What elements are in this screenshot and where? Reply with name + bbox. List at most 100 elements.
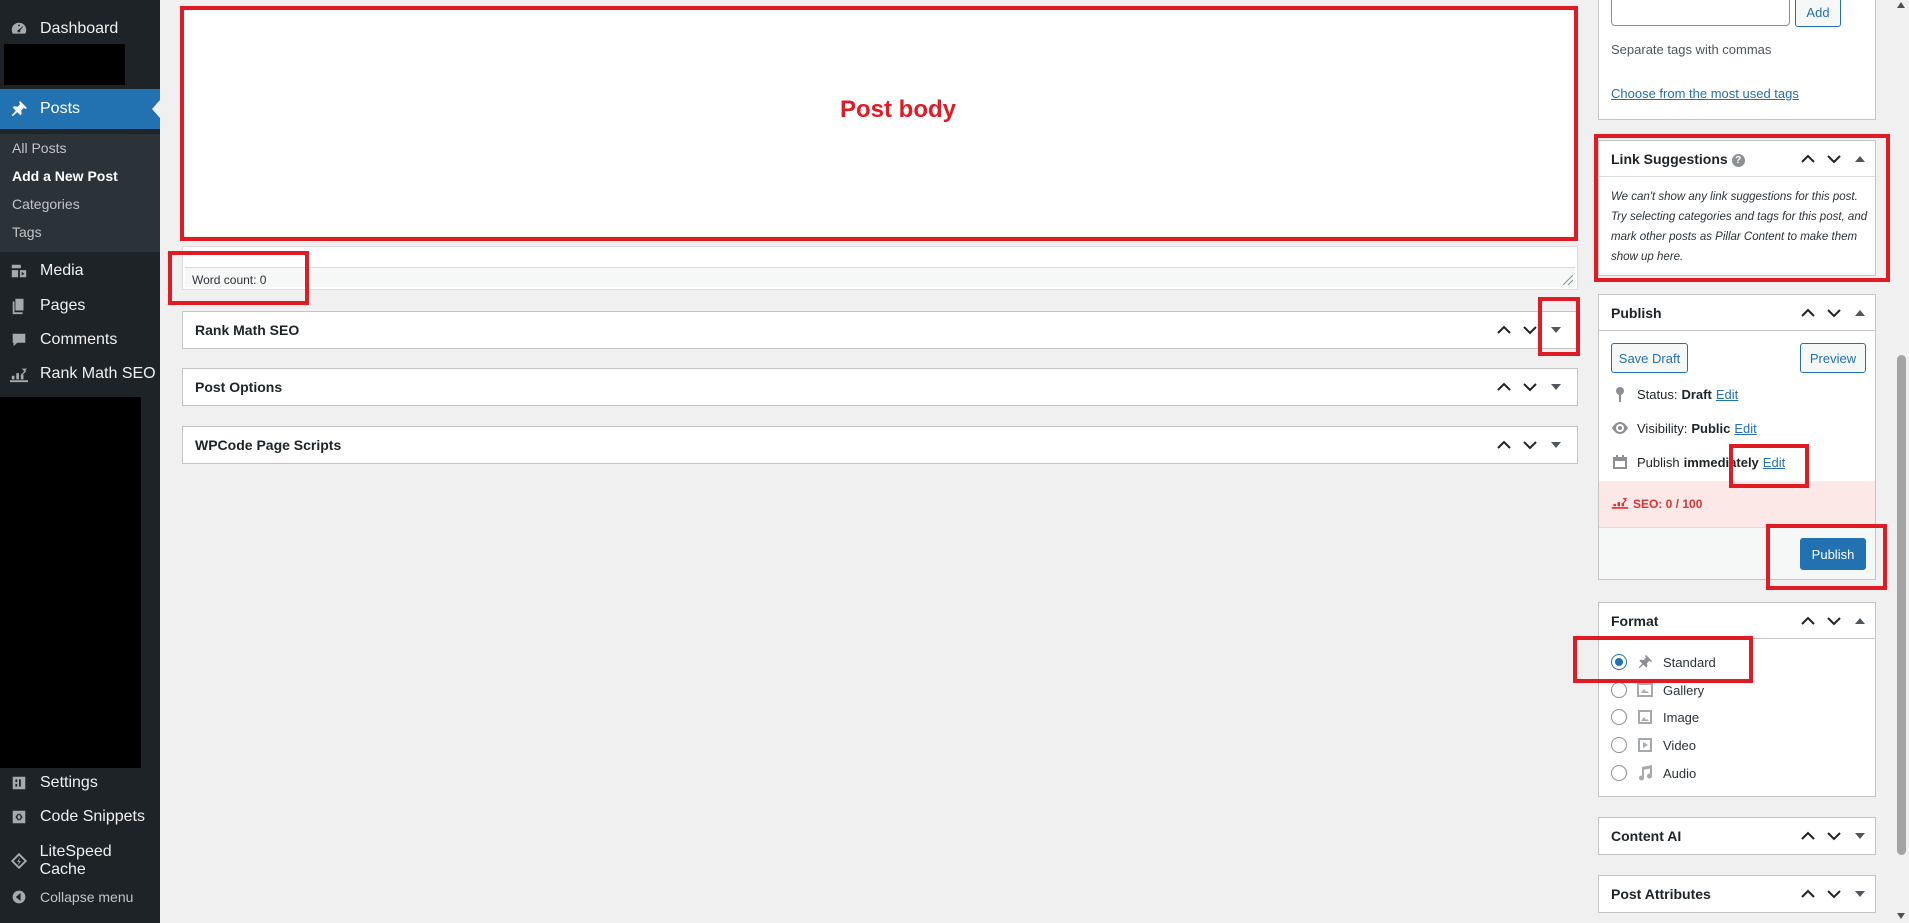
chevron-down-icon[interactable]: [1821, 295, 1847, 331]
toggle-arrow-up-icon[interactable]: [1847, 141, 1873, 177]
editor-status-bar: [182, 246, 1578, 290]
content-ai-title: Content AI: [1611, 828, 1682, 844]
pushpin-icon: [1635, 653, 1655, 671]
menu-posts[interactable]: Posts: [0, 89, 160, 129]
chevron-down-icon[interactable]: [1517, 312, 1543, 348]
post-attributes-box: Post Attributes: [1598, 875, 1876, 913]
chevron-down-icon[interactable]: [1517, 369, 1543, 405]
metabox-title: Post Options: [195, 379, 283, 395]
scroll-up-arrow-icon[interactable]: [1897, 2, 1905, 8]
radio-standard[interactable]: [1611, 654, 1627, 670]
collapse-menu-label: Collapse menu: [40, 889, 134, 905]
menu-dashboard[interactable]: Dashboard: [0, 9, 160, 49]
metabox-rank-math-seo: Rank Math SEO: [182, 311, 1578, 349]
word-count: Word count: 0: [192, 273, 267, 287]
dashboard-icon: [8, 18, 30, 40]
format-option-standard[interactable]: Standard: [1611, 653, 1716, 671]
video-icon: [1635, 736, 1655, 754]
format-option-gallery[interactable]: Gallery: [1611, 681, 1704, 699]
menu-code-snippets[interactable]: Code Snippets: [0, 797, 160, 837]
rank-math-icon: [8, 363, 30, 385]
help-icon[interactable]: ?: [1731, 154, 1745, 167]
metabox-title: Rank Math SEO: [195, 322, 300, 338]
submenu-categories[interactable]: Categories: [12, 196, 80, 212]
content-ai-box: Content AI: [1598, 817, 1876, 855]
chevron-up-icon[interactable]: [1795, 603, 1821, 639]
format-option-audio[interactable]: Audio: [1611, 764, 1696, 782]
publish-button[interactable]: Publish: [1800, 538, 1866, 570]
scroll-down-arrow-icon[interactable]: [1897, 913, 1905, 919]
chevron-up-icon[interactable]: [1795, 818, 1821, 854]
menu-rank-math-seo[interactable]: Rank Math SEO: [0, 354, 160, 394]
publish-date-row: Publish immediately Edit: [1611, 453, 1785, 471]
image-icon: [1635, 708, 1655, 726]
submenu-tags[interactable]: Tags: [12, 224, 42, 240]
chevron-up-icon[interactable]: [1491, 312, 1517, 348]
metabox-wpcode-page-scripts: WPCode Page Scripts: [182, 426, 1578, 464]
radio-video[interactable]: [1611, 737, 1627, 753]
resize-handle-icon[interactable]: [1563, 275, 1573, 285]
toggle-arrow-icon[interactable]: [1847, 818, 1873, 854]
comment-icon: [8, 329, 30, 351]
gallery-icon: [1635, 681, 1655, 699]
toggle-arrow-icon[interactable]: [1543, 312, 1569, 348]
format-option-image[interactable]: Image: [1611, 708, 1699, 726]
calendar-icon: [1611, 453, 1629, 471]
visibility-row: Visibility: Public Edit: [1611, 419, 1757, 437]
publish-actions: Publish: [1599, 527, 1875, 579]
toggle-arrow-up-icon[interactable]: [1847, 603, 1873, 639]
page-scrollbar[interactable]: [1894, 0, 1909, 923]
toggle-arrow-icon[interactable]: [1543, 427, 1569, 463]
redacted-block: [4, 44, 125, 85]
code-snippets-icon: [8, 806, 30, 828]
choose-most-used-tags-link[interactable]: Choose from the most used tags: [1611, 86, 1799, 101]
submenu-all-posts[interactable]: All Posts: [12, 140, 66, 156]
media-icon: [8, 260, 30, 282]
submenu-add-new-post[interactable]: Add a New Post: [12, 168, 118, 184]
music-note-icon: [1635, 764, 1655, 782]
radio-image[interactable]: [1611, 709, 1627, 725]
toggle-arrow-icon[interactable]: [1543, 369, 1569, 405]
preview-button[interactable]: Preview: [1800, 343, 1866, 373]
chevron-up-icon[interactable]: [1795, 876, 1821, 912]
edit-status-link[interactable]: Edit: [1716, 387, 1738, 402]
scrollbar-thumb[interactable]: [1897, 355, 1906, 855]
link-suggestions-box: Link Suggestions? We can't show any link…: [1598, 140, 1876, 276]
chevron-up-icon[interactable]: [1491, 369, 1517, 405]
save-draft-button[interactable]: Save Draft: [1611, 343, 1688, 373]
tags-box: Add Separate tags with commas Choose fro…: [1598, 0, 1876, 120]
pages-icon: [8, 295, 30, 317]
chevron-up-icon[interactable]: [1491, 427, 1517, 463]
menu-settings-label: Settings: [40, 774, 98, 791]
metabox-post-options: Post Options: [182, 368, 1578, 406]
edit-publish-date-link[interactable]: Edit: [1763, 455, 1785, 470]
format-box-title: Format: [1611, 613, 1659, 629]
chevron-up-icon[interactable]: [1795, 295, 1821, 331]
radio-gallery[interactable]: [1611, 682, 1627, 698]
format-option-video[interactable]: Video: [1611, 736, 1696, 754]
tag-input[interactable]: [1611, 0, 1790, 26]
chevron-down-icon[interactable]: [1517, 427, 1543, 463]
collapse-menu[interactable]: Collapse menu: [0, 877, 160, 917]
litespeed-icon: [8, 850, 30, 872]
toggle-arrow-icon[interactable]: [1847, 876, 1873, 912]
metabox-title: WPCode Page Scripts: [195, 437, 342, 453]
chevron-down-icon[interactable]: [1821, 876, 1847, 912]
admin-sidebar: Dashboard Posts All Posts Add a New Post…: [0, 0, 160, 923]
menu-litespeed-cache[interactable]: LiteSpeed Cache: [0, 841, 160, 881]
chevron-down-icon[interactable]: [1821, 818, 1847, 854]
add-tag-button[interactable]: Add: [1795, 0, 1841, 27]
chevron-up-icon[interactable]: [1795, 141, 1821, 177]
menu-rank-math-label: Rank Math SEO: [40, 365, 156, 382]
posts-submenu: All Posts Add a New Post Categories Tags: [0, 134, 160, 252]
edit-visibility-link[interactable]: Edit: [1734, 421, 1756, 436]
chevron-down-icon[interactable]: [1821, 141, 1847, 177]
seo-score-row[interactable]: SEO: 0 / 100: [1599, 481, 1875, 527]
chevron-down-icon[interactable]: [1821, 603, 1847, 639]
radio-audio[interactable]: [1611, 765, 1627, 781]
menu-media[interactable]: Media: [0, 251, 160, 291]
toggle-arrow-up-icon[interactable]: [1847, 295, 1873, 331]
publish-box: Publish Save Draft Preview Status: Draft …: [1598, 294, 1876, 580]
redacted-block: [0, 397, 141, 768]
menu-dashboard-label: Dashboard: [40, 20, 119, 37]
